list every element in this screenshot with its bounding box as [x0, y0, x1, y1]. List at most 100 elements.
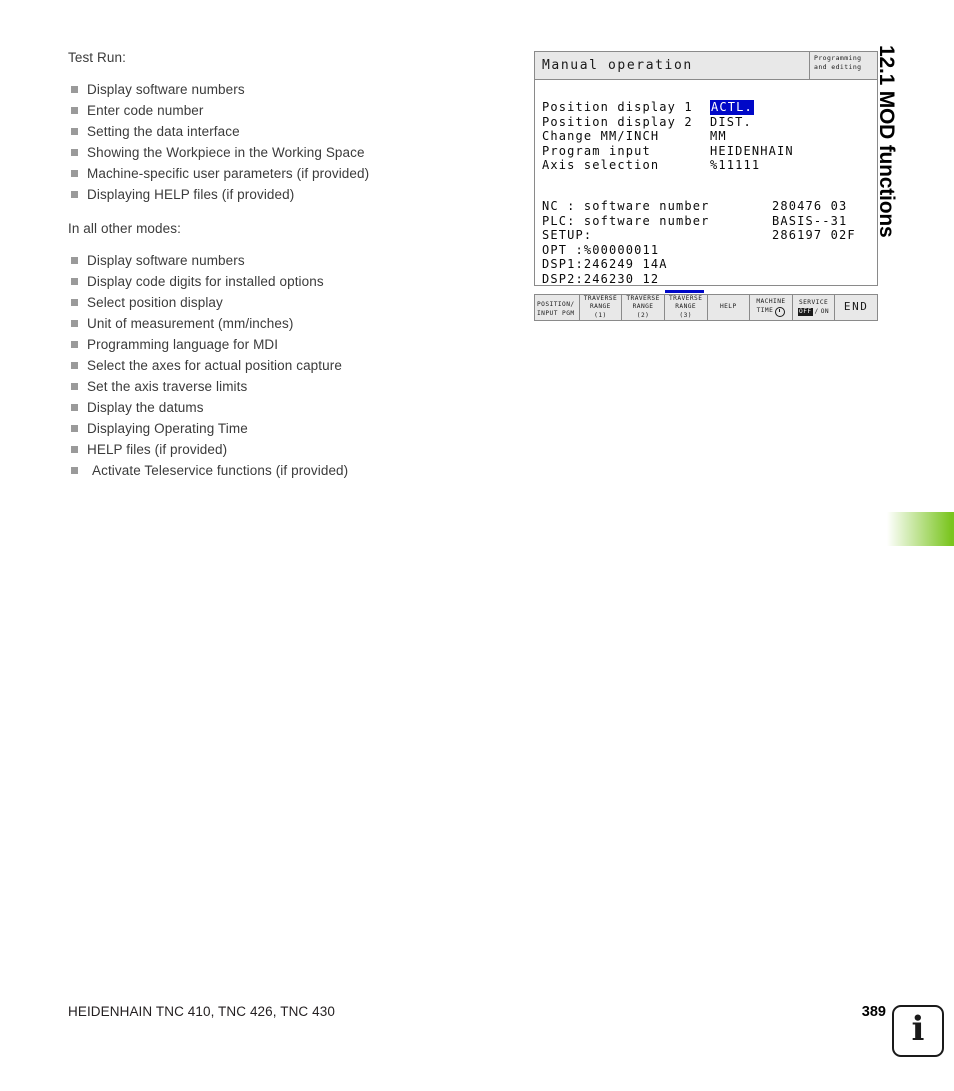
list-item: Display the datums [68, 397, 488, 418]
bullet-square-icon [71, 320, 78, 327]
list-item: Displaying HELP files (if provided) [68, 184, 488, 205]
softkey-line: END [843, 300, 869, 314]
softkey-toggle-off[interactable]: OFF [798, 307, 813, 316]
bullet-square-icon [71, 170, 78, 177]
list-item: Select position display [68, 292, 488, 313]
tnc-submode-line-1: Programming [814, 54, 862, 62]
mod-setting-value[interactable]: %11111 [710, 158, 760, 173]
softkey-toggle-on[interactable]: ON [821, 308, 829, 316]
list-item-label: Set the axis traverse limits [87, 379, 248, 394]
softkey-help[interactable]: HELP [708, 295, 751, 320]
list-item: Machine-specific user parameters (if pro… [68, 163, 488, 184]
software-number-label: DSP2:246230 12 [542, 271, 660, 286]
softkey-line: TIME [756, 306, 786, 317]
bullet-square-icon [71, 107, 78, 114]
list-item: Display software numbers [68, 79, 488, 100]
bullet-square-icon [71, 425, 78, 432]
mod-setting-label: Program input [542, 143, 651, 158]
softkey-traverse-range-3[interactable]: TRAVERSE RANGE (3) [665, 295, 708, 320]
list-item-label: Displaying HELP files (if provided) [87, 187, 295, 202]
bullet-square-icon [71, 149, 78, 156]
softkey-line: HELP [719, 303, 737, 311]
info-icon-glyph: i [911, 1009, 925, 1049]
softkey-line: TRAVERSE [583, 295, 618, 303]
clock-icon [775, 306, 786, 317]
list-item: Display code digits for installed option… [68, 271, 488, 292]
section-heading-test-run: Test Run: [68, 50, 126, 65]
list-item: Activate Teleservice functions (if provi… [68, 460, 488, 481]
list-item-label: Select position display [87, 295, 223, 310]
softkey-bar: POSITION/INPUT PGM TRAVERSE RANGE (1) TRAVER… [534, 294, 878, 321]
list-item-label: Enter code number [87, 103, 204, 118]
list-item: HELP files (if provided) [68, 439, 488, 460]
softkey-service-off-on[interactable]: SERVICE OFF / ON [793, 295, 836, 320]
software-number-row: DSP2:246230 12 [542, 272, 877, 287]
software-number-row: NC : software number 280476 03 [542, 199, 877, 214]
page-number: 389 [861, 1004, 886, 1020]
tnc-mode-title: Manual operation [542, 58, 693, 73]
mod-setting-value[interactable]: HEIDENHAIN [710, 144, 794, 159]
software-number-row: PLC: software number BASIS--31 [542, 214, 877, 229]
list-item-label: HELP files (if provided) [87, 442, 228, 457]
list-item: Set the axis traverse limits [68, 376, 488, 397]
bullet-square-icon [71, 86, 78, 93]
softkey-line: RANGE [589, 303, 611, 311]
bullet-square-icon [71, 446, 78, 453]
software-number-row: SETUP: 286197 02F [542, 228, 877, 243]
list-item-label: Display software numbers [87, 82, 245, 97]
mod-setting-row[interactable]: Position display 1 ACTL. [542, 100, 877, 115]
software-number-label: DSP1:246249 14A [542, 257, 668, 272]
chapter-edge-tab [884, 512, 954, 546]
software-number-label: SETUP: [542, 228, 593, 243]
mod-setting-row[interactable]: Position display 2 DIST. [542, 115, 877, 130]
softkey-toggle[interactable]: OFF / ON [798, 307, 829, 316]
softkey-line: (3) [679, 311, 692, 319]
softkey-traverse-range-1[interactable]: TRAVERSE RANGE (1) [580, 295, 623, 320]
bullet-square-icon [71, 362, 78, 369]
list-item-label: Display code digits for installed option… [87, 274, 324, 289]
software-number-row: OPT :%00000011 [542, 243, 877, 258]
list-item-label: Setting the data interface [87, 124, 240, 139]
softkey-traverse-range-2[interactable]: TRAVERSE RANGE (2) [622, 295, 665, 320]
mod-setting-label: Position display 1 [542, 100, 693, 114]
bullet-square-icon [71, 299, 78, 306]
software-number-value: BASIS--31 [772, 213, 848, 228]
list-item: Enter code number [68, 100, 488, 121]
softkey-line: (2) [636, 311, 650, 319]
softkey-toggle-separator: / [814, 307, 819, 315]
softkey-line: TRAVERSE [626, 295, 660, 303]
list-item-label: Showing the Workpiece in the Working Spa… [87, 145, 365, 160]
software-number-value: 286197 02F [772, 228, 856, 243]
footer-product-line: HEIDENHAIN TNC 410, TNC 426, TNC 430 [68, 1004, 335, 1019]
softkey-line-text: TIME [756, 307, 774, 315]
softkey-line: MACHINE [756, 298, 786, 306]
mod-setting-label: Position display 2 [542, 114, 693, 129]
softkey-position-input-pgm[interactable]: POSITION/INPUT PGM [535, 295, 580, 320]
list-item-label: Machine-specific user parameters (if pro… [87, 166, 370, 181]
mod-setting-row[interactable]: Change MM/INCH MM [542, 129, 877, 144]
mod-setting-value[interactable]: DIST. [710, 115, 752, 130]
list-item: Displaying Operating Time [68, 418, 488, 439]
softkey-machine-time[interactable]: MACHINE TIME [750, 295, 793, 320]
tnc-screen: Manual operation Programming and editing… [534, 51, 878, 286]
software-number-row: DSP1:246249 14A [542, 257, 877, 272]
mod-setting-row[interactable]: Program input HEIDENHAIN [542, 144, 877, 159]
software-number-label: PLC: software number [542, 213, 710, 228]
softkey-line: (1) [594, 311, 607, 319]
software-number-label: OPT :%00000011 [542, 242, 660, 257]
list-item: Unit of measurement (mm/inches) [68, 313, 488, 334]
mod-setting-row[interactable]: Axis selection %11111 [542, 158, 877, 173]
mod-setting-value[interactable]: MM [710, 129, 727, 144]
list-item-label: Display the datums [87, 400, 204, 415]
software-number-value: 280476 03 [772, 198, 848, 213]
mod-setting-value-selected[interactable]: ACTL. [710, 100, 754, 115]
list-item: Programming language for MDI [68, 334, 488, 355]
softkey-line: RANGE [675, 303, 697, 311]
softkey-line: POSITION/ [537, 301, 575, 309]
feature-list-test-run: Display software numbers Enter code numbe… [68, 79, 488, 205]
softkey-active-marker [665, 290, 704, 293]
softkey-line: SERVICE [798, 299, 829, 307]
softkey-line: RANGE [632, 303, 654, 311]
list-item-label: Activate Teleservice functions (if provi… [92, 463, 349, 478]
info-icon: i [892, 1005, 944, 1057]
